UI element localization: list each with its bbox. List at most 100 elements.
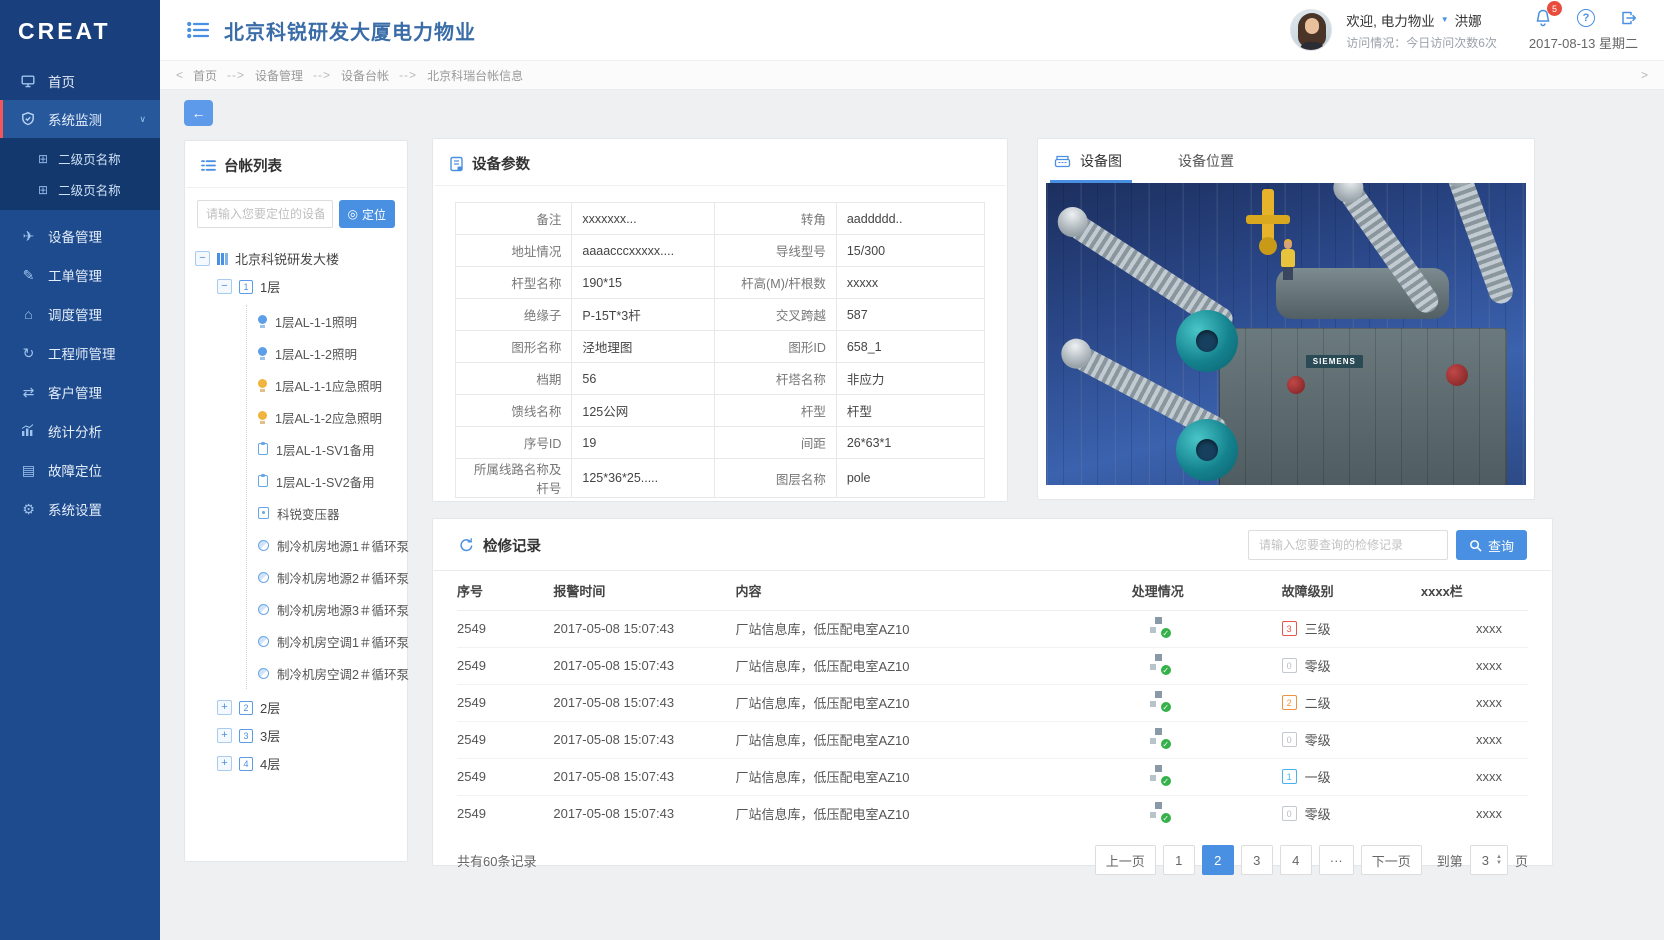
- paper-plane-icon: ✈: [20, 229, 37, 243]
- table-row: 序号ID19间距26*63*1: [456, 427, 985, 459]
- sidebar-item-workorder-mgmt[interactable]: ✎ 工单管理: [0, 255, 160, 294]
- tree-leaf[interactable]: 1层AL-1-2照明: [247, 337, 397, 369]
- records-total: 共有60条记录: [457, 851, 536, 870]
- tree-leaf[interactable]: 制冷机房地源1＃循环泵: [247, 529, 397, 561]
- breadcrumb-forward-icon[interactable]: >: [1641, 68, 1648, 82]
- goto-page-suffix: 页: [1515, 851, 1528, 870]
- sync-icon: ↻: [20, 346, 37, 360]
- breadcrumb-item[interactable]: 设备台帐: [341, 67, 389, 84]
- image-panel-tabs: 设备图 设备位置: [1038, 139, 1534, 183]
- swap-arrows-icon: ⇄: [20, 385, 37, 399]
- page-button-2-active[interactable]: 2: [1202, 845, 1234, 875]
- sidebar-item-device-mgmt[interactable]: ✈ 设备管理: [0, 216, 160, 255]
- expand-toggle[interactable]: +: [217, 700, 232, 715]
- tree-node-root[interactable]: − 北京科锐研发大楼: [195, 249, 397, 268]
- avatar[interactable]: [1290, 9, 1332, 51]
- table-row: 25492017-05-08 15:07:43厂站信息库，低压配电室AZ10 ✓…: [457, 610, 1528, 647]
- ledger-list-panel: 台帐列表 ◎ 定位 − 北京科锐研发大楼: [184, 140, 408, 862]
- sidebar-item-system-monitor[interactable]: 系统监测 ∨: [0, 100, 160, 138]
- top-header: 北京科锐研发大厦电力物业 欢迎, 电力物业 ▼ 洪娜 访问情况：今日访问次数6次: [160, 0, 1664, 60]
- tree-leaf[interactable]: 制冷机房地源3＃循环泵: [247, 593, 397, 625]
- robot-arm: [1262, 189, 1274, 241]
- table-row: 档期56杆塔名称非应力: [456, 363, 985, 395]
- collapse-toggle[interactable]: −: [195, 251, 210, 266]
- device-image-icon: [1054, 154, 1071, 169]
- logout-icon[interactable]: [1619, 9, 1638, 27]
- process-status-icon: ✓: [1150, 765, 1170, 785]
- brand-label: SIEMENS: [1306, 355, 1363, 368]
- tree-node-floor4[interactable]: + 4 4层: [217, 754, 397, 773]
- sidebar-item-fault-locate[interactable]: ▤ 故障定位: [0, 450, 160, 489]
- tree-node-floor1[interactable]: − 1 1层: [217, 277, 397, 296]
- pump-icon: [258, 604, 269, 615]
- tab-device-location[interactable]: 设备位置: [1178, 139, 1234, 183]
- sidebar-item-dispatch-mgmt[interactable]: ⌂ 调度管理: [0, 294, 160, 333]
- sidebar-item-system-settings[interactable]: ⚙ 系统设置: [0, 489, 160, 528]
- next-page-button[interactable]: 下一页: [1361, 845, 1422, 875]
- search-icon: [1469, 539, 1482, 552]
- tree-leaf[interactable]: 1层AL-1-2应急照明: [247, 401, 397, 433]
- step-down-icon[interactable]: ▼: [1496, 860, 1502, 866]
- locate-button[interactable]: ◎ 定位: [339, 200, 396, 228]
- breadcrumb: < 首页 --> 设备管理 --> 设备台帐 --> 北京科瑞台帐信息 >: [160, 60, 1664, 90]
- query-button[interactable]: 查询: [1456, 530, 1527, 560]
- page-button-3[interactable]: 3: [1241, 845, 1273, 875]
- back-button[interactable]: ←: [184, 100, 213, 126]
- ledger-list-header: 台帐列表: [185, 141, 407, 187]
- sidebar-subitem-1[interactable]: ⊞ 二级页名称: [0, 143, 160, 174]
- sidebar-item-home[interactable]: 首页: [0, 62, 160, 100]
- device-locate-input[interactable]: [197, 200, 333, 228]
- tree-node-floor2[interactable]: + 2 2层: [217, 698, 397, 717]
- records-search-input[interactable]: [1248, 530, 1448, 560]
- process-status-icon: ✓: [1150, 654, 1170, 674]
- tree-leaf[interactable]: 1层AL-1-1应急照明: [247, 369, 397, 401]
- collapse-toggle[interactable]: −: [217, 279, 232, 294]
- breadcrumb-back-icon[interactable]: <: [176, 68, 183, 82]
- breadcrumb-item[interactable]: 首页: [193, 67, 217, 84]
- tree-leaf[interactable]: 制冷机房空调1＃循环泵: [247, 625, 397, 657]
- records-search-bar: 查询: [1248, 530, 1527, 560]
- visit-status: 访问情况：今日访问次数6次: [1346, 34, 1497, 51]
- bulb-icon: [258, 347, 267, 356]
- tree-leaf[interactable]: 1层AL-1-SV1备用: [247, 433, 397, 465]
- help-icon[interactable]: ?: [1577, 9, 1595, 27]
- page-button-1[interactable]: 1: [1163, 845, 1195, 875]
- monitor-icon: [20, 73, 37, 89]
- expand-toggle[interactable]: +: [217, 728, 232, 743]
- sidebar-item-engineer-mgmt[interactable]: ↻ 工程师管理: [0, 333, 160, 372]
- page-button-4[interactable]: 4: [1280, 845, 1312, 875]
- device-photo: SIEMENS: [1046, 183, 1526, 485]
- tree-leaf[interactable]: 1层AL-1-SV2备用: [247, 465, 397, 497]
- refresh-icon: [458, 537, 475, 554]
- tree-leaf[interactable]: 1层AL-1-1照明: [247, 305, 397, 337]
- breadcrumb-item[interactable]: 设备管理: [255, 67, 303, 84]
- tree-leaf[interactable]: 科锐变压器: [247, 497, 397, 529]
- header-icons: 5 ? 2017-08-13 星期二: [1529, 8, 1638, 52]
- floor1-children: 1层AL-1-1照明 1层AL-1-2照明 1层AL-1-1应急照明 1层AL-…: [246, 305, 397, 689]
- hamburger-list-icon[interactable]: [186, 19, 210, 41]
- sidebar-item-customer-mgmt[interactable]: ⇄ 客户管理: [0, 372, 160, 411]
- table-row: 25492017-05-08 15:07:43厂站信息库，低压配电室AZ10 ✓…: [457, 758, 1528, 795]
- tree-leaf[interactable]: 制冷机房空调2＃循环泵: [247, 657, 397, 689]
- page-ellipsis[interactable]: ···: [1319, 845, 1354, 875]
- fault-level-icon: 0: [1282, 658, 1297, 673]
- prev-page-button[interactable]: 上一页: [1095, 845, 1156, 875]
- tree-leaf[interactable]: 制冷机房地源2＃循环泵: [247, 561, 397, 593]
- notification-bell-icon[interactable]: 5: [1533, 8, 1553, 28]
- caret-down-icon: ▼: [1441, 15, 1449, 24]
- tab-device-image[interactable]: 设备图: [1054, 139, 1122, 183]
- sidebar-item-label: 客户管理: [48, 382, 102, 402]
- username: 洪娜: [1455, 10, 1482, 30]
- sidebar-item-statistics[interactable]: 统计分析: [0, 411, 160, 450]
- goto-page-stepper[interactable]: 3 ▲ ▼: [1470, 845, 1508, 875]
- sidebar-subitem-label: 二级页名称: [58, 180, 121, 199]
- user-dropdown[interactable]: 欢迎, 电力物业 ▼ 洪娜: [1346, 10, 1497, 30]
- sidebar-nav-list: ✈ 设备管理 ✎ 工单管理 ⌂ 调度管理 ↻ 工程师管理 ⇄ 客户管理: [0, 210, 160, 528]
- records-table: 序号 报警时间 内容 处理情况 故障级别 xxxx栏 25492017-05-0…: [457, 571, 1528, 832]
- records-header: 检修记录 查询: [434, 519, 1551, 571]
- tree-node-floor3[interactable]: + 3 3层: [217, 726, 397, 745]
- sidebar-subitem-2[interactable]: ⊞ 二级页名称: [0, 174, 160, 205]
- clipboard-icon: [258, 475, 268, 487]
- expand-toggle[interactable]: +: [217, 756, 232, 771]
- floor-icon: 1: [239, 280, 253, 294]
